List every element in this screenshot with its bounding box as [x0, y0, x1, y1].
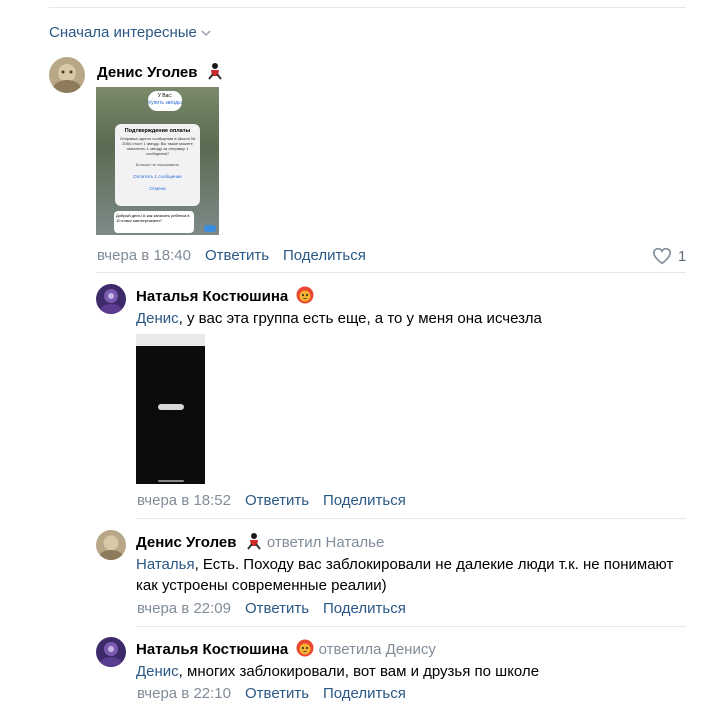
- avatar[interactable]: [96, 284, 126, 314]
- comment-text: Денис, у вас эта группа есть еще, а то у…: [136, 310, 542, 327]
- comment-time[interactable]: вчера в 18:40: [97, 247, 191, 264]
- mention-link[interactable]: Денис: [136, 663, 179, 680]
- comment-text: Наталья, Есть. Походу вас заблокировали …: [136, 556, 674, 594]
- comment-time[interactable]: вчера в 22:09: [137, 600, 231, 617]
- like-count: 1: [678, 247, 687, 265]
- mention-link[interactable]: Денис: [136, 310, 179, 327]
- reply-button[interactable]: Ответить: [205, 247, 269, 264]
- share-button[interactable]: Поделиться: [323, 600, 406, 617]
- reply-button[interactable]: Ответить: [245, 600, 309, 617]
- attachment-image[interactable]: У Вас: Купить звёзды Подтверждение оплаты…: [96, 87, 219, 235]
- attachment-message: Добрый день! А как записать ребенка в 10…: [114, 211, 194, 233]
- sort-label: Сначала интересные: [49, 24, 197, 41]
- avatar[interactable]: [96, 530, 126, 560]
- separator: [96, 272, 686, 273]
- hockey-player-icon: [207, 63, 222, 80]
- like-button[interactable]: 1: [652, 247, 686, 265]
- payment-dialog: Подтверждение оплаты Отправка одного соо…: [115, 124, 200, 206]
- comment-text: Денис, многих заблокировали, вот вам и д…: [136, 663, 540, 680]
- stars-badge: У Вас: Купить звёзды: [148, 91, 182, 111]
- tiger-badge-icon: [296, 639, 314, 657]
- share-button[interactable]: Поделиться: [283, 247, 366, 264]
- author-name[interactable]: Наталья Костюшина ответила Денису: [136, 639, 436, 658]
- avatar[interactable]: [96, 637, 126, 667]
- comment-time[interactable]: вчера в 22:10: [137, 685, 231, 702]
- share-button[interactable]: Поделиться: [323, 492, 406, 509]
- reply-to-label[interactable]: ответил Наталье: [267, 534, 385, 551]
- separator: [136, 518, 686, 519]
- attachment-image[interactable]: [136, 334, 205, 484]
- sort-dropdown[interactable]: Сначала интересные: [49, 24, 211, 41]
- top-separator: [49, 7, 686, 8]
- reply-button[interactable]: Ответить: [245, 685, 309, 702]
- heart-icon: [652, 247, 672, 265]
- reply-button[interactable]: Ответить: [245, 492, 309, 509]
- author-name[interactable]: Денис Уголев ответил Наталье: [136, 532, 384, 551]
- share-button[interactable]: Поделиться: [323, 685, 406, 702]
- chevron-down-icon: [201, 29, 211, 36]
- avatar[interactable]: [49, 57, 85, 93]
- separator: [136, 626, 686, 627]
- hockey-player-icon: [246, 533, 261, 550]
- tiger-badge-icon: [296, 286, 314, 304]
- comment-time[interactable]: вчера в 18:52: [137, 492, 231, 509]
- author-name[interactable]: Денис Уголев: [97, 62, 224, 81]
- reply-to-label[interactable]: ответила Денису: [319, 641, 436, 658]
- author-name[interactable]: Наталья Костюшина: [136, 286, 314, 305]
- mention-link[interactable]: Наталья: [136, 556, 195, 573]
